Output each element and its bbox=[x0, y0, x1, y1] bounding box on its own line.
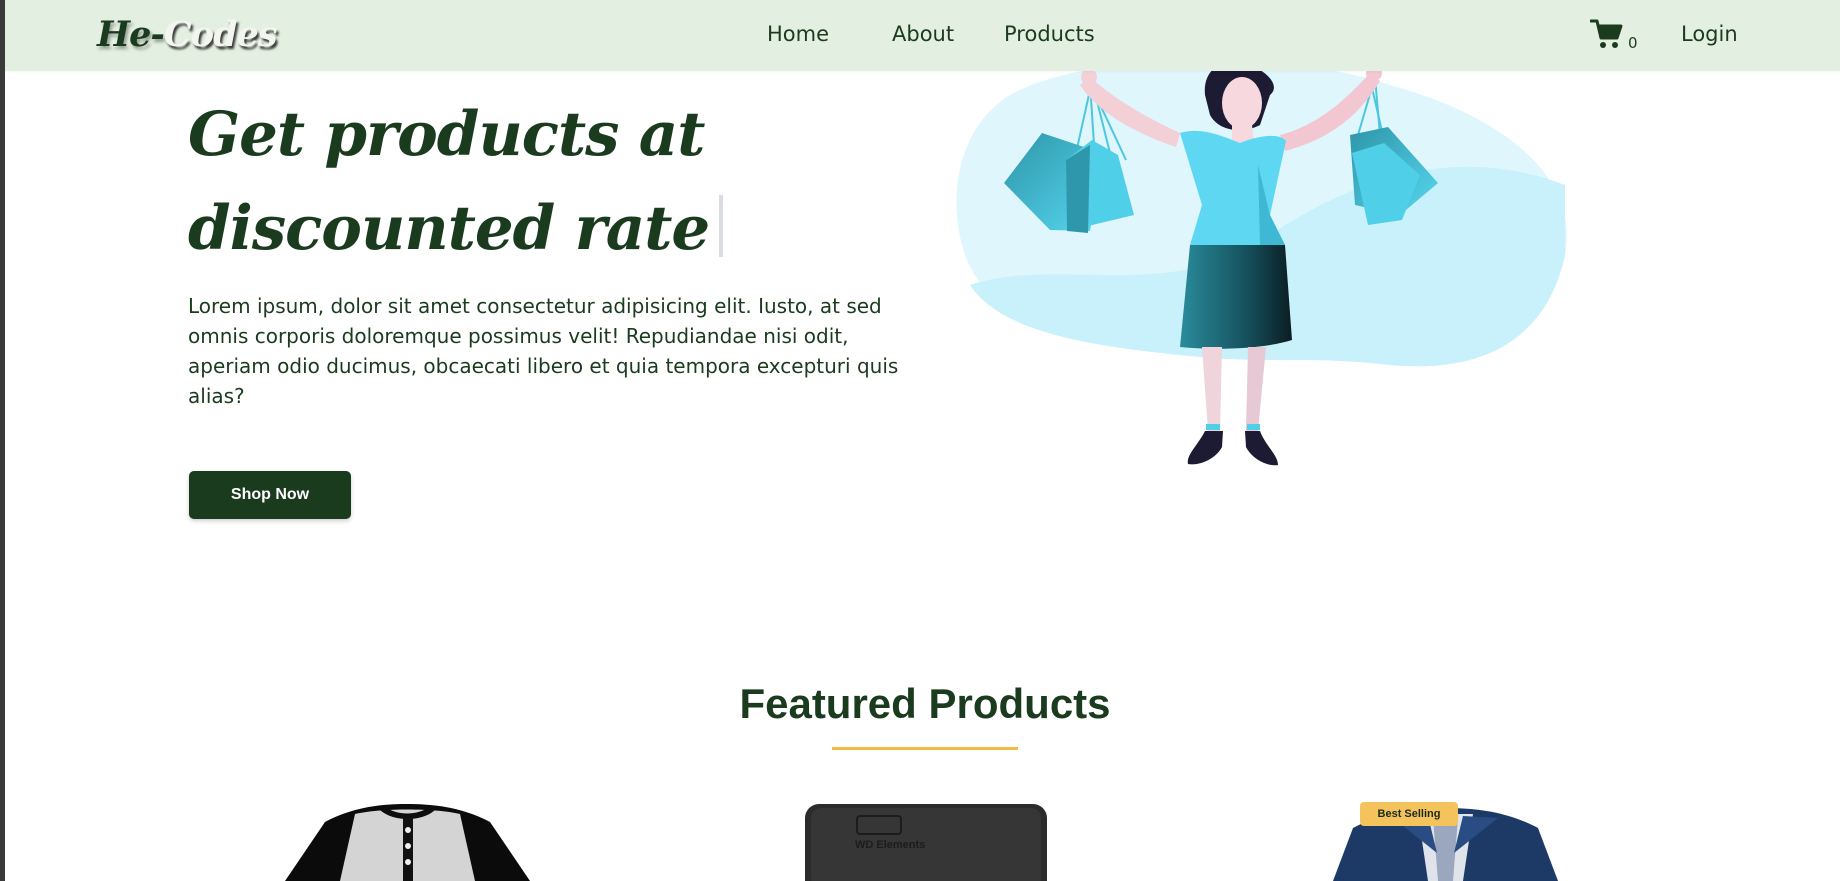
logo-text-part2: Codes bbox=[163, 14, 278, 55]
title-underline bbox=[832, 747, 1018, 750]
cart-icon bbox=[1590, 19, 1623, 48]
site-logo[interactable]: He-Codes bbox=[97, 10, 278, 60]
login-link[interactable]: Login bbox=[1681, 18, 1738, 50]
featured-products-title: Featured Products bbox=[739, 680, 1111, 727]
nav-link-home[interactable]: Home bbox=[767, 18, 829, 50]
typing-caret bbox=[719, 195, 724, 257]
hero-title-text: Get products at discounted rate bbox=[188, 99, 710, 264]
product-image-wd-elements-drive[interactable]: WD Elements bbox=[805, 798, 1047, 881]
logo-text-part1: He- bbox=[97, 14, 165, 55]
hero-title: Get products at discounted rate bbox=[188, 88, 908, 276]
best-selling-badge: Best Selling bbox=[1360, 802, 1458, 826]
drive-printed-label: WD Elements bbox=[855, 839, 925, 851]
nav-link-about[interactable]: About bbox=[892, 18, 954, 50]
window-edge bbox=[0, 0, 5, 881]
nav-link-products[interactable]: Products bbox=[1004, 18, 1095, 50]
hero-description: Lorem ipsum, dolor sit amet consectetur … bbox=[188, 294, 899, 408]
navbar: He-Codes Home About Products 0 Login bbox=[5, 0, 1840, 71]
cart-button[interactable]: 0 bbox=[1590, 16, 1640, 56]
shopping-woman-illustration bbox=[956, 59, 1567, 466]
cart-count: 0 bbox=[1628, 34, 1638, 52]
product-image-henley-shirt[interactable] bbox=[285, 798, 530, 881]
shop-now-button[interactable]: Shop Now bbox=[189, 471, 351, 519]
